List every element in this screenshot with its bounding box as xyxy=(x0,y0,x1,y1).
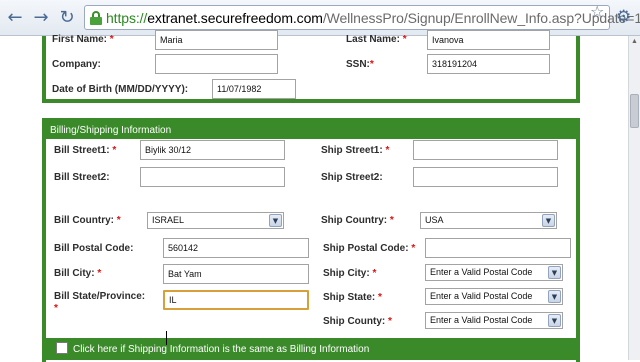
lock-icon xyxy=(90,11,102,25)
address-bar[interactable]: https://extranet.securefreedom.com/Welln… xyxy=(84,5,640,30)
chevron-down-icon[interactable]: ▼ xyxy=(542,214,555,227)
scroll-up-icon[interactable]: ▲ xyxy=(629,36,640,47)
bill-street1-label-text: Bill Street1: xyxy=(54,145,110,156)
page-content: First Name: * Maria Last Name: * Ivanova… xyxy=(0,30,628,362)
required-mark: * xyxy=(372,268,377,279)
bill-country-select[interactable]: ISRAEL ▼ xyxy=(147,212,284,229)
url-host: extranet.securefreedom.com xyxy=(147,10,323,26)
ssn-field[interactable]: 318191204 xyxy=(427,54,550,74)
bill-country-label: Bill Country: * xyxy=(54,215,121,226)
ssn-label: SSN:* xyxy=(346,59,374,70)
bookmark-star-icon[interactable]: ☆ xyxy=(590,2,604,21)
ship-city-label: Ship City: * xyxy=(323,268,376,279)
required-mark: * xyxy=(54,303,58,314)
required-mark: * xyxy=(112,145,117,156)
bill-street2-field[interactable] xyxy=(140,167,285,187)
ssn-label-text: SSN: xyxy=(346,59,370,70)
required-mark: * xyxy=(402,34,407,45)
chevron-down-icon[interactable]: ▼ xyxy=(269,214,282,227)
ship-country-value: USA xyxy=(425,215,444,225)
required-mark: * xyxy=(385,145,390,156)
chevron-down-icon[interactable]: ▼ xyxy=(548,314,561,327)
url-text: https://extranet.securefreedom.com/Welln… xyxy=(106,10,640,26)
first-name-label: First Name: * xyxy=(52,34,114,45)
ship-street2-field[interactable] xyxy=(413,167,558,187)
ship-postal-label-text: Ship Postal Code: xyxy=(323,243,409,254)
ship-state-label: Ship State: * xyxy=(323,292,382,303)
last-name-label: Last Name: * xyxy=(346,34,407,45)
required-mark: * xyxy=(378,292,382,303)
ship-city-value: Enter a Valid Postal Code xyxy=(430,267,533,277)
bill-state-label-text: Bill State/Province: xyxy=(54,291,146,302)
ship-city-select[interactable]: Enter a Valid Postal Code ▼ xyxy=(425,264,563,281)
bill-city-label: Bill City: * xyxy=(54,268,101,279)
same-as-billing-label[interactable]: Click here if Shipping Information is th… xyxy=(73,344,369,355)
required-mark: * xyxy=(411,243,416,254)
ship-county-label: Ship County: * xyxy=(323,316,392,327)
url-scheme: https:// xyxy=(106,10,148,26)
dob-label: Date of Birth (MM/DD/YYYY): xyxy=(52,84,189,95)
ship-country-label-text: Ship Country: xyxy=(321,215,388,226)
first-name-field[interactable]: Maria xyxy=(155,30,278,50)
ship-state-label-text: Ship State: xyxy=(323,292,376,303)
chevron-down-icon[interactable]: ▼ xyxy=(548,266,561,279)
bill-street1-label: Bill Street1: * xyxy=(54,145,116,156)
bill-state-label: Bill State/Province: * xyxy=(54,291,145,315)
same-as-billing-checkbox[interactable] xyxy=(56,342,68,354)
ship-country-label: Ship Country: * xyxy=(321,215,394,226)
wrench-menu-icon[interactable]: ⚙ xyxy=(616,7,631,27)
ship-country-select[interactable]: USA ▼ xyxy=(420,212,557,229)
required-mark: * xyxy=(369,59,374,70)
ship-state-select[interactable]: Enter a Valid Postal Code ▼ xyxy=(425,288,563,305)
required-mark: * xyxy=(389,215,394,226)
company-label: Company: xyxy=(52,59,101,70)
last-name-field[interactable]: Ivanova xyxy=(427,30,550,50)
bill-city-label-text: Bill City: xyxy=(54,268,95,279)
required-mark: * xyxy=(116,215,121,226)
scroll-thumb[interactable] xyxy=(630,94,639,128)
ship-county-select[interactable]: Enter a Valid Postal Code ▼ xyxy=(425,312,563,329)
bill-country-value: ISRAEL xyxy=(152,215,185,225)
ship-county-value: Enter a Valid Postal Code xyxy=(430,315,533,325)
reload-icon[interactable]: ↻ xyxy=(56,7,78,29)
bill-postal-label: Bill Postal Code: xyxy=(54,243,134,254)
ship-postal-field[interactable] xyxy=(425,238,571,258)
required-mark: * xyxy=(97,268,102,279)
required-mark: * xyxy=(109,34,114,45)
section-title: Billing/Shipping Information xyxy=(46,122,576,139)
ship-state-value: Enter a Valid Postal Code xyxy=(430,291,533,301)
same-as-billing-bar: Click here if Shipping Information is th… xyxy=(46,338,576,360)
ship-street2-label: Ship Street2: xyxy=(321,172,383,183)
vertical-scrollbar[interactable]: ▲ xyxy=(628,36,640,360)
back-arrow-icon[interactable]: ← xyxy=(4,7,26,29)
first-name-label-text: First Name: xyxy=(52,34,108,45)
ship-county-label-text: Ship County: xyxy=(323,316,386,327)
ship-street1-field[interactable] xyxy=(413,140,558,160)
text-cursor xyxy=(166,331,167,345)
ship-city-label-text: Ship City: xyxy=(323,268,370,279)
ship-street1-label-text: Ship Street1: xyxy=(321,145,383,156)
ship-street1-label: Ship Street1: * xyxy=(321,145,389,156)
ship-postal-label: Ship Postal Code: * xyxy=(323,243,415,254)
bill-country-label-text: Bill Country: xyxy=(54,215,114,226)
last-name-label-text: Last Name: xyxy=(346,34,400,45)
forward-arrow-icon[interactable]: → xyxy=(30,7,52,29)
bill-state-field[interactable]: IL xyxy=(163,290,309,310)
required-mark: * xyxy=(388,316,392,327)
chevron-down-icon[interactable]: ▼ xyxy=(548,290,561,303)
bill-street1-field[interactable]: Biylik 30/12 xyxy=(140,140,285,160)
company-field[interactable] xyxy=(155,54,278,74)
dob-field[interactable]: 11/07/1982 xyxy=(212,79,296,99)
bill-postal-field[interactable]: 560142 xyxy=(163,238,309,258)
bill-city-field[interactable]: Bat Yam xyxy=(163,264,309,284)
bill-street2-label: Bill Street2: xyxy=(54,172,110,183)
